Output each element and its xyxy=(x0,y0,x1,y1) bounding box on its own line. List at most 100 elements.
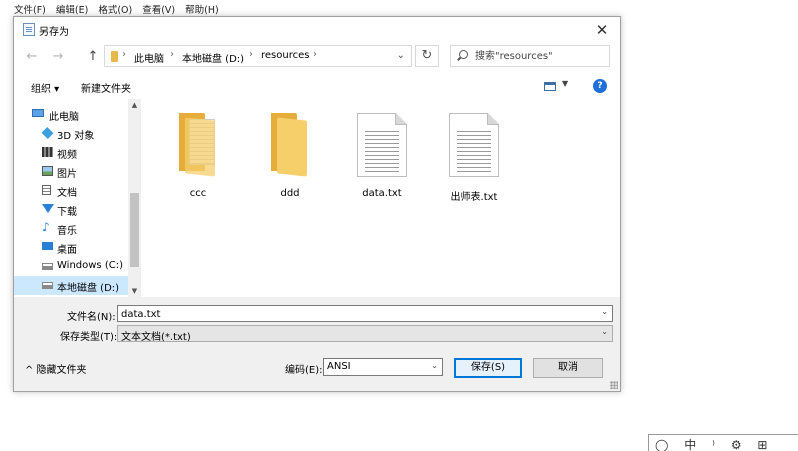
nav-item-this-pc[interactable]: 此电脑 xyxy=(14,105,128,124)
nav-item-music[interactable]: ♪ 音乐 xyxy=(14,219,128,238)
menu-format[interactable]: 格式(O) xyxy=(98,2,132,16)
nav-item-label: 音乐 xyxy=(57,226,77,237)
folder-icon xyxy=(175,113,223,177)
breadcrumb-separator[interactable]: › xyxy=(313,49,317,60)
file-name: ccc xyxy=(189,188,207,199)
nav-item-documents[interactable]: 文档 xyxy=(14,181,128,200)
dialog-title: 另存为 xyxy=(39,27,69,38)
address-history-dropdown[interactable]: ⌄ xyxy=(397,50,405,61)
hide-folders-button[interactable]: ^ 隐藏文件夹 xyxy=(25,361,87,376)
nav-item-label: 桌面 xyxy=(57,245,77,256)
tray-icons[interactable]: ◯ 中 ⁾ ⚙ ⊞ xyxy=(655,436,773,451)
nav-item-label: 本地磁盘 (D:) xyxy=(57,283,120,294)
nav-item-downloads[interactable]: 下载 xyxy=(14,200,128,219)
screen: 文件(F) 编辑(E) 格式(O) 查看(V) 帮助(H) a a a a a … xyxy=(0,0,798,451)
address-bar[interactable]: › 此电脑 › 本地磁盘 (D:) › resources › ⌄ xyxy=(104,45,412,67)
encoding-select[interactable]: ANSI ⌄ xyxy=(323,358,443,376)
breadcrumb-local-disk-d[interactable]: 本地磁盘 (D:) xyxy=(182,50,244,65)
nav-item-label: 下载 xyxy=(57,207,77,218)
breadcrumb-separator[interactable]: › xyxy=(249,49,253,60)
search-box[interactable] xyxy=(450,45,610,67)
folder-icon xyxy=(267,113,315,177)
music-icon: ♪ xyxy=(42,220,50,234)
search-icon xyxy=(459,50,468,59)
text-file-icon xyxy=(357,113,407,177)
breadcrumb-separator[interactable]: › xyxy=(170,49,174,60)
notepad-menubar: 文件(F) 编辑(E) 格式(O) 查看(V) 帮助(H) xyxy=(14,2,219,16)
menu-help[interactable]: 帮助(H) xyxy=(185,2,219,16)
save-as-dialog: 另存为 ✕ ← → ↑ › 此电脑 › 本地磁盘 (D:) › resource… xyxy=(13,16,621,392)
download-icon xyxy=(42,204,54,213)
encoding-value: ANSI xyxy=(327,361,351,372)
save-fields: 文件名(N): ⌄ 保存类型(T): 文本文档(*.txt) ⌄ xyxy=(14,297,620,343)
nav-item-label: 3D 对象 xyxy=(57,131,95,142)
text-file-icon xyxy=(449,113,499,177)
filename-input[interactable] xyxy=(121,307,591,321)
cancel-button[interactable]: 取消 xyxy=(533,358,603,378)
chevron-down-icon: ⌄ xyxy=(431,361,438,370)
help-button[interactable]: ? xyxy=(593,79,607,93)
menu-edit[interactable]: 编辑(E) xyxy=(56,2,88,16)
nav-item-label: Windows (C:) xyxy=(57,260,123,271)
scroll-down-arrow-icon[interactable]: ▼ xyxy=(128,285,141,297)
search-input[interactable] xyxy=(475,48,605,64)
refresh-button[interactable]: ↻ xyxy=(415,45,439,67)
file-name: data.txt xyxy=(362,188,402,199)
film-icon xyxy=(42,147,53,157)
file-item-ccc[interactable]: ccc xyxy=(158,107,238,202)
chevron-down-icon: ▼ xyxy=(562,79,569,88)
nav-item-3d-objects[interactable]: 3D 对象 xyxy=(14,124,128,143)
folder-icon xyxy=(111,51,118,62)
file-item-data-txt[interactable]: data.txt xyxy=(342,107,422,202)
drive-icon xyxy=(42,282,53,289)
new-folder-button[interactable]: 新建文件夹 xyxy=(81,80,131,95)
resize-grip[interactable] xyxy=(610,381,618,389)
breadcrumb-this-pc[interactable]: 此电脑 xyxy=(134,50,164,65)
file-item-chushibiao-txt[interactable]: 出师表.txt xyxy=(434,107,514,203)
dialog-toolbar: 组织 ▾ 新建文件夹 ▼ ? xyxy=(14,75,620,99)
file-list: ccc ddd data.txt 出师表.txt xyxy=(144,99,620,297)
menu-file[interactable]: 文件(F) xyxy=(14,2,46,16)
scroll-up-arrow-icon[interactable]: ▲ xyxy=(128,99,141,111)
nav-item-label: 文档 xyxy=(57,188,77,199)
nav-item-local-disk-d[interactable]: 本地磁盘 (D:) xyxy=(14,276,128,295)
dialog-titlebar[interactable]: 另存为 ✕ xyxy=(14,17,620,43)
nav-item-windows-c[interactable]: Windows (C:) xyxy=(14,257,128,276)
nav-item-label: 视频 xyxy=(57,150,77,161)
change-view-button[interactable]: ▼ xyxy=(544,79,570,94)
nav-item-pictures[interactable]: 图片 xyxy=(14,162,128,181)
back-button[interactable]: ← xyxy=(24,49,40,65)
chevron-down-icon[interactable]: ⌄ xyxy=(601,307,608,316)
view-details-icon xyxy=(544,82,556,91)
forward-button[interactable]: → xyxy=(50,49,66,65)
nav-item-videos[interactable]: 视频 xyxy=(14,143,128,162)
breadcrumb-separator[interactable]: › xyxy=(122,49,126,60)
nav-item-desktop[interactable]: 桌面 xyxy=(14,238,128,257)
save-button[interactable]: 保存(S) xyxy=(454,358,522,378)
drive-icon xyxy=(42,263,53,270)
filetype-value: 文本文档(*.txt) xyxy=(121,332,191,343)
organize-button[interactable]: 组织 ▾ xyxy=(31,80,59,95)
dialog-footer: ^ 隐藏文件夹 编码(E): ANSI ⌄ 保存(S) 取消 xyxy=(14,343,620,391)
file-item-ddd[interactable]: ddd xyxy=(250,107,330,202)
filename-combobox[interactable]: ⌄ xyxy=(117,305,613,322)
filetype-label: 保存类型(T): xyxy=(60,332,118,343)
notepad-icon xyxy=(23,23,35,36)
nav-pane-scrollbar[interactable]: ▲ ▼ xyxy=(128,99,141,297)
scrollbar-thumb[interactable] xyxy=(130,193,139,267)
close-button[interactable]: ✕ xyxy=(592,20,612,40)
chevron-down-icon: ⌄ xyxy=(601,327,608,336)
nav-item-label: 此电脑 xyxy=(49,112,79,123)
system-tray: ◯ 中 ⁾ ⚙ ⊞ xyxy=(648,434,798,451)
computer-icon xyxy=(32,109,44,117)
up-button[interactable]: ↑ xyxy=(85,49,101,65)
filename-label: 文件名(N): xyxy=(67,312,116,323)
encoding-label: 编码(E): xyxy=(285,365,323,376)
picture-icon xyxy=(42,166,53,176)
menu-view[interactable]: 查看(V) xyxy=(142,2,175,16)
navigation-pane: 此电脑 3D 对象 视频 图片 文档 下载 ♪ 音乐 桌面 Windows (C… xyxy=(14,99,141,297)
breadcrumb-resources[interactable]: resources xyxy=(261,50,309,61)
desktop-icon xyxy=(42,242,53,250)
filetype-select[interactable]: 文本文档(*.txt) ⌄ xyxy=(117,325,613,343)
file-name: 出师表.txt xyxy=(450,192,498,203)
